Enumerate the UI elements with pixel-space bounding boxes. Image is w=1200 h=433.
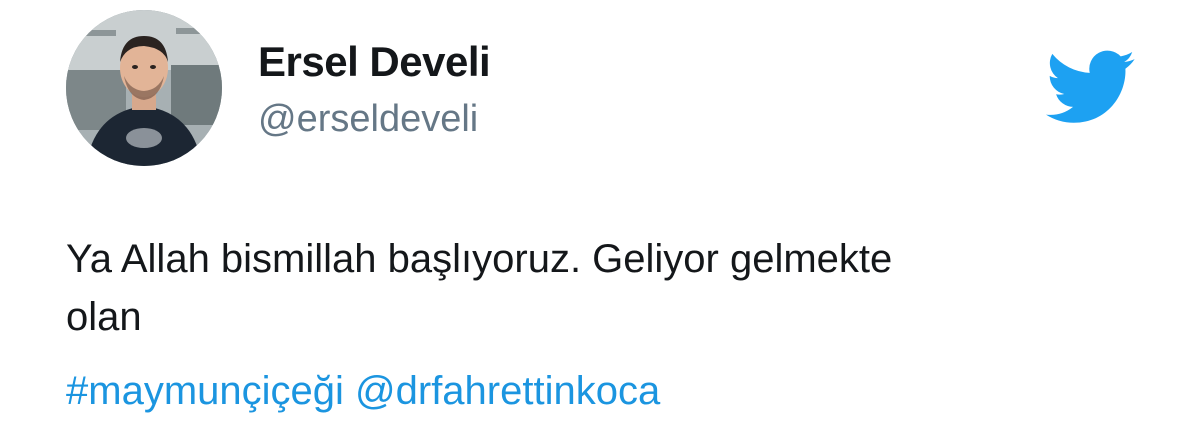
twitter-bird-icon[interactable] (1046, 50, 1136, 124)
username[interactable]: @erseldeveli (258, 98, 478, 141)
mention-link[interactable]: @drfahrettinkoca (355, 369, 660, 413)
tweet-links: #maymunçiçeği @drfahrettinkoca (66, 362, 660, 420)
tweet-text: Ya Allah bismillah başlıyoruz. Geliyor g… (66, 230, 1146, 346)
hashtag-link[interactable]: #maymunçiçeği (66, 369, 344, 413)
avatar-photo-icon (66, 10, 222, 166)
tweet-text-line: Ya Allah bismillah başlıyoruz. Geliyor g… (66, 237, 893, 281)
tweet-card: Ersel Develi @erseldeveli Ya Allah bismi… (0, 0, 1200, 433)
tweet-text-line: olan (66, 295, 142, 339)
avatar[interactable] (66, 10, 222, 166)
display-name[interactable]: Ersel Develi (258, 38, 491, 86)
